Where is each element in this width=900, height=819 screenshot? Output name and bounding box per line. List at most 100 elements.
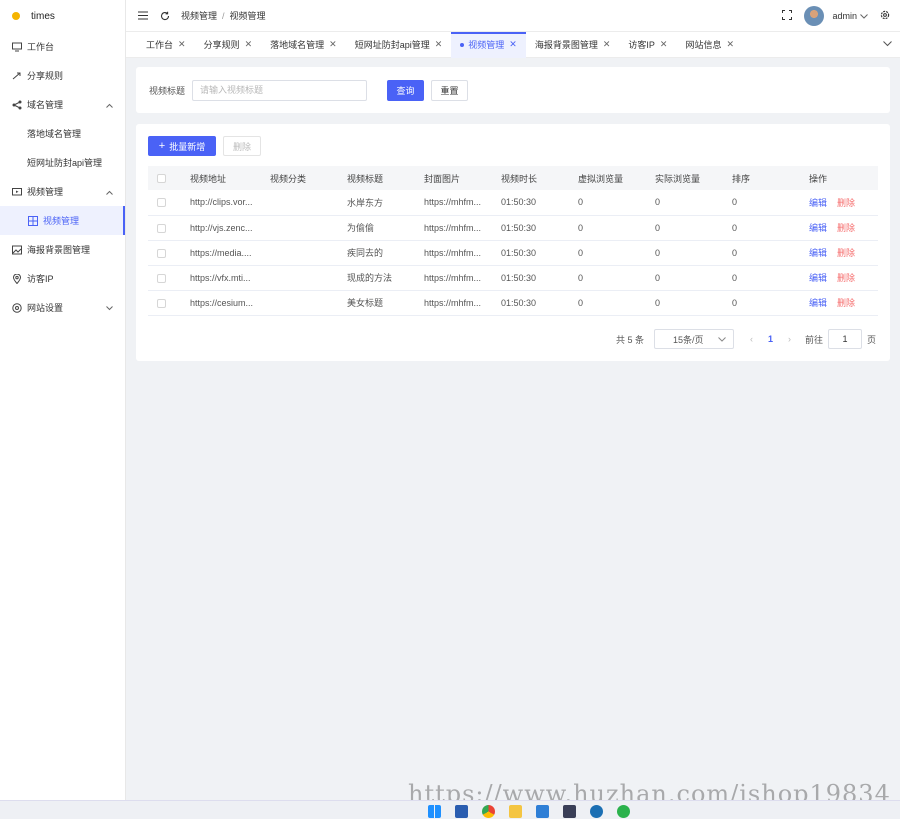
reset-button[interactable]: 重置 xyxy=(431,79,469,101)
sidebar-item-site-settings[interactable]: 网站设置 xyxy=(0,293,125,322)
sidebar-item-poster-background[interactable]: 海报背景图管理 xyxy=(0,235,125,264)
taskbar xyxy=(0,800,900,819)
pagination: 共 5 条 15条/页 ‹ 1 › 前往 1 页 xyxy=(616,329,876,349)
tab-label: 海报背景图管理 xyxy=(534,40,598,50)
chevron-down-icon[interactable] xyxy=(883,39,892,49)
cell-category xyxy=(270,215,347,241)
row-checkbox[interactable] xyxy=(157,248,166,258)
sidebar-item-video-management[interactable]: 视频管理 xyxy=(0,206,125,235)
user-name[interactable]: admin xyxy=(832,11,857,21)
row-checkbox[interactable] xyxy=(157,273,166,283)
cell-virtual-views: 0 xyxy=(578,240,655,266)
row-checkbox[interactable] xyxy=(157,198,166,208)
breadcrumb: 视频管理 / 视频管理 xyxy=(181,11,266,21)
sidebar-item-label: 落地域名管理 xyxy=(27,129,82,139)
vscode-icon[interactable] xyxy=(536,805,549,818)
batch-add-button[interactable]: + 批量新增 xyxy=(148,136,216,156)
cell-url: https://media.... xyxy=(190,240,270,266)
close-icon[interactable]: ✕ xyxy=(329,39,337,50)
delete-link[interactable]: 删除 xyxy=(837,198,855,208)
edit-link[interactable]: 编辑 xyxy=(809,198,827,208)
tab-video-management[interactable]: 视频管理 ✕ xyxy=(451,31,526,58)
tab-site-info[interactable]: 网站信息 ✕ xyxy=(676,32,743,58)
sidebar-item-domain-management[interactable]: 域名管理 xyxy=(0,90,125,119)
tab-landing-domain[interactable]: 落地域名管理 ✕ xyxy=(261,32,346,58)
edit-link[interactable]: 编辑 xyxy=(809,298,827,308)
next-page-icon[interactable]: › xyxy=(788,334,791,344)
monitor-icon xyxy=(12,42,22,52)
close-icon[interactable]: ✕ xyxy=(178,39,186,50)
tab-visitor-ip[interactable]: 访客IP ✕ xyxy=(619,32,676,58)
sidebar-item-landing-domain[interactable]: 落地域名管理 xyxy=(0,119,125,148)
network-icon xyxy=(12,100,22,110)
cell-duration: 01:50:30 xyxy=(501,290,578,316)
page-size-select[interactable]: 15条/页 xyxy=(653,329,734,349)
chevron-down-icon[interactable] xyxy=(860,11,868,21)
windows-start-icon[interactable] xyxy=(428,805,441,818)
sidebar-item-label: 域名管理 xyxy=(27,100,64,110)
tab-poster-background[interactable]: 海报背景图管理 ✕ xyxy=(526,32,620,58)
cell-real-views: 0 xyxy=(655,190,732,216)
sidebar-item-workbench[interactable]: 工作台 xyxy=(0,32,125,61)
edit-link[interactable]: 编辑 xyxy=(809,248,827,258)
app-icon[interactable] xyxy=(563,805,576,818)
select-all-checkbox[interactable] xyxy=(157,174,166,184)
sidebar-item-video-management-group[interactable]: 视频管理 xyxy=(0,177,125,206)
grid-icon xyxy=(28,215,38,226)
cell-category xyxy=(270,240,347,266)
menu-fold-icon[interactable] xyxy=(137,10,149,22)
close-icon[interactable]: ✕ xyxy=(660,39,668,50)
cell-real-views: 0 xyxy=(655,240,732,266)
table-row: https://media.... 疾同去的 https://mhfm... 0… xyxy=(148,240,878,266)
close-icon[interactable]: ✕ xyxy=(435,39,443,50)
folder-icon[interactable] xyxy=(509,805,522,818)
sidebar-item-label: 访客IP xyxy=(27,274,54,284)
edit-link[interactable]: 编辑 xyxy=(809,273,827,283)
delete-link[interactable]: 删除 xyxy=(837,298,855,308)
goto-page-input[interactable]: 1 xyxy=(827,329,862,349)
delete-link[interactable]: 删除 xyxy=(837,248,855,258)
page-number[interactable]: 1 xyxy=(768,334,773,344)
table-row: https://cesium... 美女标题 https://mhfm... 0… xyxy=(148,290,878,316)
column-header: 视频分类 xyxy=(270,166,347,190)
table-header-row: 视频地址 视频分类 视频标题 封面图片 视频时长 虚拟浏览量 实际浏览量 排序 … xyxy=(148,166,878,190)
tab-share-rules[interactable]: 分享规则 ✕ xyxy=(195,32,262,58)
chevron-down-icon xyxy=(106,303,113,313)
refresh-icon[interactable] xyxy=(159,10,171,22)
wechat-icon[interactable] xyxy=(617,805,630,818)
batch-delete-button[interactable]: 删除 xyxy=(223,136,261,156)
tab-short-url-api[interactable]: 短网址防封api管理 ✕ xyxy=(346,32,452,58)
chevron-down-icon xyxy=(718,334,726,344)
row-checkbox[interactable] xyxy=(157,223,166,233)
edit-link[interactable]: 编辑 xyxy=(809,223,827,233)
delete-link[interactable]: 删除 xyxy=(837,223,855,233)
query-button[interactable]: 查询 xyxy=(387,79,425,101)
cell-real-views: 0 xyxy=(655,265,732,291)
breadcrumb-item[interactable]: 视频管理 xyxy=(181,11,217,21)
settings-icon xyxy=(12,302,22,313)
cell-url: http://clips.vor... xyxy=(190,190,270,216)
cell-sort: 0 xyxy=(732,290,809,316)
header: 视频管理 / 视频管理 admin xyxy=(126,0,900,32)
app-icon[interactable] xyxy=(590,805,603,818)
chrome-icon[interactable] xyxy=(482,805,495,818)
logo[interactable]: times xyxy=(0,0,125,32)
close-icon[interactable]: ✕ xyxy=(245,39,253,50)
close-icon[interactable]: ✕ xyxy=(603,39,611,50)
video-title-input[interactable] xyxy=(192,79,368,101)
app-icon[interactable] xyxy=(455,805,468,818)
delete-link[interactable]: 删除 xyxy=(837,273,855,283)
avatar[interactable] xyxy=(804,6,825,26)
close-icon[interactable]: ✕ xyxy=(509,39,517,50)
fullscreen-icon[interactable] xyxy=(782,10,793,22)
row-checkbox[interactable] xyxy=(157,298,166,308)
gear-icon[interactable] xyxy=(880,10,890,22)
prev-page-icon[interactable]: ‹ xyxy=(750,334,753,344)
cell-url: https://vfx.mti... xyxy=(190,265,270,291)
sidebar-item-share-rules[interactable]: 分享规则 xyxy=(0,61,125,90)
sidebar-item-label: 分享规则 xyxy=(27,71,64,81)
close-icon[interactable]: ✕ xyxy=(726,39,734,50)
sidebar-item-visitor-ip[interactable]: 访客IP xyxy=(0,264,125,293)
sidebar-item-short-url-api[interactable]: 短网址防封api管理 xyxy=(0,148,125,177)
tab-workbench[interactable]: 工作台 ✕ xyxy=(137,32,195,58)
